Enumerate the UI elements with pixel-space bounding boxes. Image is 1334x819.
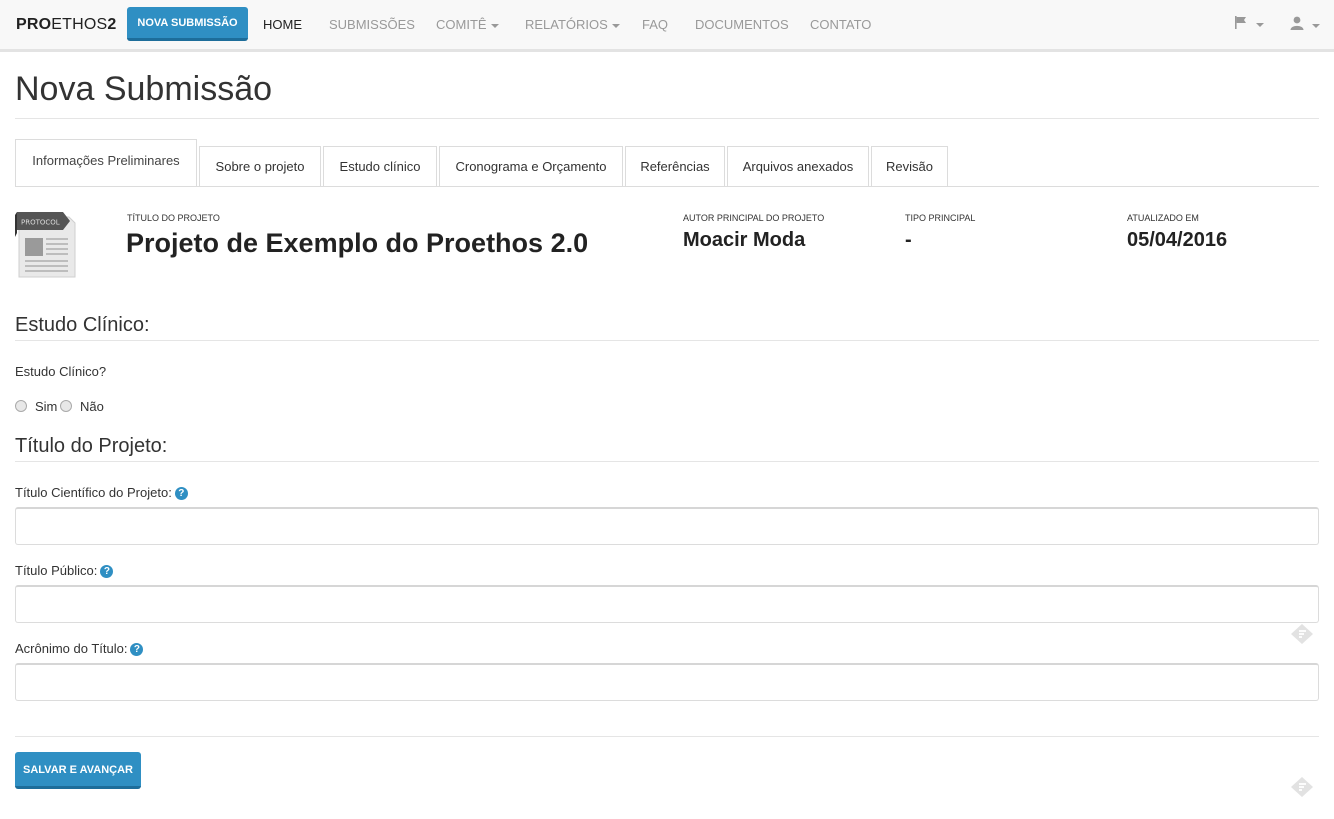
section-divider [15, 340, 1319, 341]
protocol-icon-label: PROTOCOL [21, 219, 60, 227]
tab-revisao[interactable]: Revisão [871, 146, 948, 187]
brand-bold-text: PRO [16, 16, 52, 33]
nav-relatorios-label: RELATÓRIOS [525, 17, 608, 32]
brand-logo[interactable]: PROETHOS2 [16, 16, 117, 34]
nav-home[interactable]: HOME [263, 17, 302, 32]
tab-informacoes-preliminares[interactable]: Informações Preliminares [15, 139, 197, 187]
tab-arquivos-anexados[interactable]: Arquivos anexados [727, 146, 869, 187]
radio-nao[interactable] [60, 400, 72, 412]
titulo-publico-label-text: Título Público: [15, 563, 98, 578]
nav-submissoes[interactable]: SUBMISSÕES [329, 17, 415, 32]
titulo-publico-input[interactable] [15, 585, 1319, 623]
project-title-value: Projeto de Exemplo do Proethos 2.0 [126, 228, 589, 258]
chevron-down-icon [1255, 23, 1264, 28]
nav-faq[interactable]: FAQ [642, 17, 668, 32]
tab-sobre-o-projeto[interactable]: Sobre o projeto [199, 146, 321, 187]
help-icon[interactable]: ? [100, 565, 114, 578]
chevron-down-icon [1311, 24, 1320, 29]
project-title-label: TÍTULO DO PROJETO [127, 213, 220, 223]
radio-nao-label[interactable]: Não [80, 399, 104, 414]
titulo-cientifico-label-text: Título Científico do Projeto: [15, 485, 172, 500]
help-icon[interactable]: ? [174, 487, 188, 500]
nav-comite[interactable]: COMITÊ [436, 17, 499, 32]
protocol-document-icon: PROTOCOL [15, 207, 77, 284]
nav-relatorios[interactable]: RELATÓRIOS [525, 17, 620, 32]
nav-comite-label: COMITÊ [436, 17, 487, 32]
titulo-cientifico-input[interactable] [15, 507, 1319, 545]
title-divider [15, 118, 1319, 119]
acronimo-label: Acrônimo do Título:? [15, 641, 144, 656]
radio-sim-label[interactable]: Sim [35, 399, 57, 414]
help-icon[interactable]: ? [130, 643, 144, 656]
titulo-publico-label: Título Público:? [15, 563, 114, 578]
flag-icon [1235, 16, 1246, 29]
author-label: AUTOR PRINCIPAL DO PROJETO [683, 213, 825, 223]
form-actions-divider [15, 736, 1319, 737]
salvar-e-avancar-button[interactable]: SALVAR E AVANÇAR [15, 752, 141, 789]
page-title: Nova Submissão [15, 70, 273, 108]
estudo-clinico-question: Estudo Clínico? [15, 364, 107, 379]
nova-submissao-button[interactable]: NOVA SUBMISSÃO [127, 7, 248, 41]
tab-estudo-clinico[interactable]: Estudo clínico [323, 146, 437, 187]
type-label: TIPO PRINCIPAL [905, 213, 976, 223]
nav-contato[interactable]: CONTATO [810, 17, 871, 32]
translate-icon[interactable] [1290, 776, 1314, 803]
acronimo-input[interactable] [15, 663, 1319, 701]
top-navbar: PROETHOS2 NOVA SUBMISSÃO HOME SUBMISSÕES… [0, 0, 1334, 52]
updated-label: ATUALIZADO EM [1127, 213, 1199, 223]
language-dropdown[interactable] [1234, 16, 1264, 32]
tabs-baseline [15, 186, 1319, 187]
section-estudo-clinico: Estudo Clínico: [15, 314, 150, 336]
acronimo-label-text: Acrônimo do Título: [15, 641, 128, 656]
brand-number-text: 2 [107, 16, 117, 33]
section-titulo-projeto: Título do Projeto: [15, 435, 168, 457]
author-value: Moacir Moda [683, 229, 806, 251]
tab-referencias[interactable]: Referências [625, 146, 725, 187]
user-dropdown[interactable] [1290, 16, 1320, 33]
tab-cronograma-orcamento[interactable]: Cronograma e Orçamento [439, 146, 623, 187]
nav-documentos[interactable]: DOCUMENTOS [695, 17, 789, 32]
chevron-down-icon [490, 23, 499, 28]
chevron-down-icon [611, 23, 620, 28]
brand-light-text: ETHOS [51, 16, 108, 33]
user-icon [1290, 16, 1304, 30]
updated-value: 05/04/2016 [1127, 229, 1228, 251]
radio-sim[interactable] [15, 400, 27, 412]
translate-icon[interactable] [1290, 623, 1314, 650]
type-value: - [905, 229, 912, 251]
section-divider [15, 461, 1319, 462]
titulo-cientifico-label: Título Científico do Projeto:? [15, 485, 188, 500]
